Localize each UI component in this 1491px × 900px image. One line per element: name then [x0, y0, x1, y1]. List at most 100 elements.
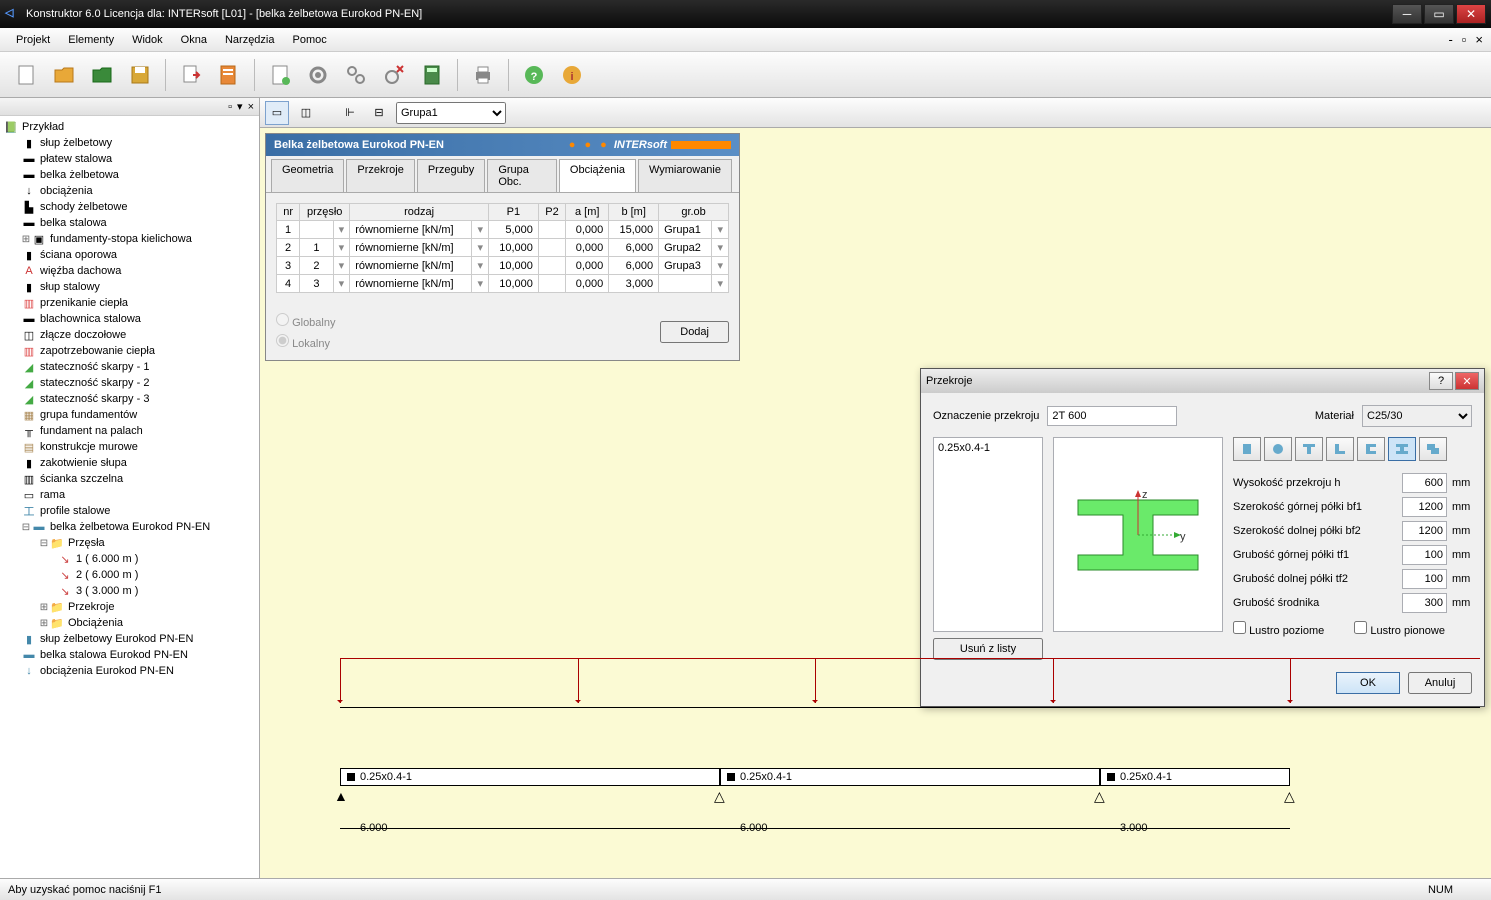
settings-2-button[interactable] [340, 59, 372, 91]
export-button[interactable] [175, 59, 207, 91]
dropdown-icon[interactable]: ▾ [333, 221, 350, 239]
shape-tee-button[interactable] [1295, 437, 1323, 461]
expand-icon[interactable]: ⊞ [39, 602, 49, 613]
report-button[interactable] [213, 59, 245, 91]
minimize-button[interactable]: ─ [1392, 4, 1422, 24]
tree-item[interactable]: ⊟▬belka żelbetowa Eurokod PN-EN [3, 519, 256, 535]
table-row[interactable]: 1▾równomierne [kN/m]▾5,0000,00015,000Gru… [277, 221, 729, 239]
remove-from-list-button[interactable]: Usuń z listy [933, 638, 1043, 660]
tree-root[interactable]: 📗Przykład [3, 119, 256, 135]
tab-wymiarowanie[interactable]: Wymiarowanie [638, 159, 732, 192]
dialog-help-button[interactable]: ? [1429, 372, 1453, 390]
info-button[interactable]: i [556, 59, 588, 91]
tree-span-item[interactable]: ↘2 ( 6.000 m ) [3, 567, 256, 583]
new-file-button[interactable] [10, 59, 42, 91]
shape-l-button[interactable] [1326, 437, 1354, 461]
dropdown-icon[interactable]: ▾ [472, 221, 489, 239]
tree-item[interactable]: ▙schody żelbetowe [3, 199, 256, 215]
tree-item[interactable]: ▮zakotwienie słupa [3, 455, 256, 471]
tree-item[interactable]: ▮ściana oporowa [3, 247, 256, 263]
delete-settings-button[interactable] [378, 59, 410, 91]
expand-icon[interactable]: ⊞ [39, 618, 49, 629]
tree-item[interactable]: ⊞📁Przekroje [3, 599, 256, 615]
shape-z-button[interactable] [1419, 437, 1447, 461]
tab-grupa-obc[interactable]: Grupa Obc. [487, 159, 557, 192]
shape-c-button[interactable] [1357, 437, 1385, 461]
shape-circle-button[interactable] [1264, 437, 1292, 461]
tree-item[interactable]: ▬belka żelbetowa [3, 167, 256, 183]
tree-item[interactable]: ◫złącze doczołowe [3, 327, 256, 343]
sidebar-pin-icon[interactable]: ▫ [228, 101, 232, 113]
table-row[interactable]: 43▾równomierne [kN/m]▾10,0000,0003,000▾ [277, 275, 729, 293]
property-input[interactable] [1402, 593, 1447, 613]
tree-item[interactable]: ◢stateczność skarpy - 3 [3, 391, 256, 407]
tree-item[interactable]: ╥fundament na palach [3, 423, 256, 439]
tree-item[interactable]: ▮słup stalowy [3, 279, 256, 295]
open-folder-2-button[interactable] [86, 59, 118, 91]
property-input[interactable] [1402, 497, 1447, 517]
group-select[interactable]: Grupa1 [396, 102, 506, 124]
dropdown-icon[interactable]: ▾ [333, 239, 350, 257]
dropdown-icon[interactable]: ▾ [712, 275, 729, 293]
dropdown-icon[interactable]: ▾ [712, 221, 729, 239]
tree-item[interactable]: ↓obciążenia [3, 183, 256, 199]
dropdown-icon[interactable]: ▾ [333, 257, 350, 275]
tab-przekroje[interactable]: Przekroje [346, 159, 414, 192]
dropdown-icon[interactable]: ▾ [333, 275, 350, 293]
tree-item[interactable]: ↓obciążenia Eurokod PN-EN [3, 663, 256, 679]
dropdown-icon[interactable]: ▾ [472, 239, 489, 257]
radio-globalny[interactable]: Globalny [276, 313, 335, 329]
tree-item[interactable]: ◢stateczność skarpy - 1 [3, 359, 256, 375]
menu-narzedzia[interactable]: Narzędzia [217, 31, 283, 49]
collapse-icon[interactable]: ⊟ [39, 538, 49, 549]
tree-item[interactable]: ▥przenikanie ciepła [3, 295, 256, 311]
table-row[interactable]: 21▾równomierne [kN/m]▾10,0000,0006,000Gr… [277, 239, 729, 257]
tool-button-2[interactable]: ⊟ [367, 101, 391, 125]
tree-item[interactable]: ▬belka stalowa Eurokod PN-EN [3, 647, 256, 663]
save-button[interactable] [124, 59, 156, 91]
tree-span-item[interactable]: ↘3 ( 3.000 m ) [3, 583, 256, 599]
property-input[interactable] [1402, 545, 1447, 565]
tree-item[interactable]: ▬płatew stalowa [3, 151, 256, 167]
tree-item[interactable]: ▮słup żelbetowy Eurokod PN-EN [3, 631, 256, 647]
sidebar-close-icon[interactable]: × [248, 101, 254, 113]
tree-item[interactable]: ▦grupa fundamentów [3, 407, 256, 423]
section-list[interactable]: 0.25x0.4-1 [933, 437, 1043, 632]
project-tree[interactable]: 📗Przykład ▮słup żelbetowy ▬płatew stalow… [0, 116, 259, 878]
shape-rect-button[interactable] [1233, 437, 1261, 461]
mdi-restore-icon[interactable]: ▫ [1459, 32, 1470, 47]
menu-projekt[interactable]: Projekt [8, 31, 58, 49]
shape-i-button[interactable] [1388, 437, 1416, 461]
settings-button[interactable] [302, 59, 334, 91]
tree-span-item[interactable]: ↘1 ( 6.000 m ) [3, 551, 256, 567]
expand-icon[interactable]: ⊞ [21, 234, 31, 245]
collapse-icon[interactable]: ⊟ [21, 522, 31, 533]
tree-item[interactable]: ▥zapotrzebowanie ciepła [3, 343, 256, 359]
open-folder-button[interactable] [48, 59, 80, 91]
property-input[interactable] [1402, 473, 1447, 493]
tree-item[interactable]: ◢stateczność skarpy - 2 [3, 375, 256, 391]
help-button[interactable]: ? [518, 59, 550, 91]
calculator-button[interactable] [416, 59, 448, 91]
tree-item[interactable]: ⊞▣fundamenty-stopa kielichowa [3, 231, 256, 247]
mdi-close-icon[interactable]: × [1472, 32, 1486, 47]
menu-widok[interactable]: Widok [124, 31, 171, 49]
mirror-horizontal-checkbox[interactable]: Lustro poziome [1233, 621, 1324, 637]
tree-item[interactable]: ▮słup żelbetowy [3, 135, 256, 151]
dialog-close-button[interactable]: ✕ [1455, 372, 1479, 390]
dropdown-icon[interactable]: ▾ [472, 257, 489, 275]
view-mode-button[interactable]: ▭ [265, 101, 289, 125]
tool-button[interactable]: ⊩ [338, 101, 362, 125]
tab-geometria[interactable]: Geometria [271, 159, 344, 192]
view-3d-button[interactable]: ◫ [294, 101, 318, 125]
menu-okna[interactable]: Okna [173, 31, 215, 49]
radio-lokalny[interactable]: Lokalny [276, 334, 335, 350]
close-button[interactable]: ✕ [1456, 4, 1486, 24]
table-row[interactable]: 32▾równomierne [kN/m]▾10,0000,0006,000Gr… [277, 257, 729, 275]
tree-item[interactable]: 工profile stalowe [3, 503, 256, 519]
dropdown-icon[interactable]: ▾ [712, 257, 729, 275]
print-button[interactable] [467, 59, 499, 91]
dropdown-icon[interactable]: ▾ [712, 239, 729, 257]
material-select[interactable]: C25/30 [1362, 405, 1472, 427]
mdi-minimize-icon[interactable]: - [1445, 32, 1455, 47]
